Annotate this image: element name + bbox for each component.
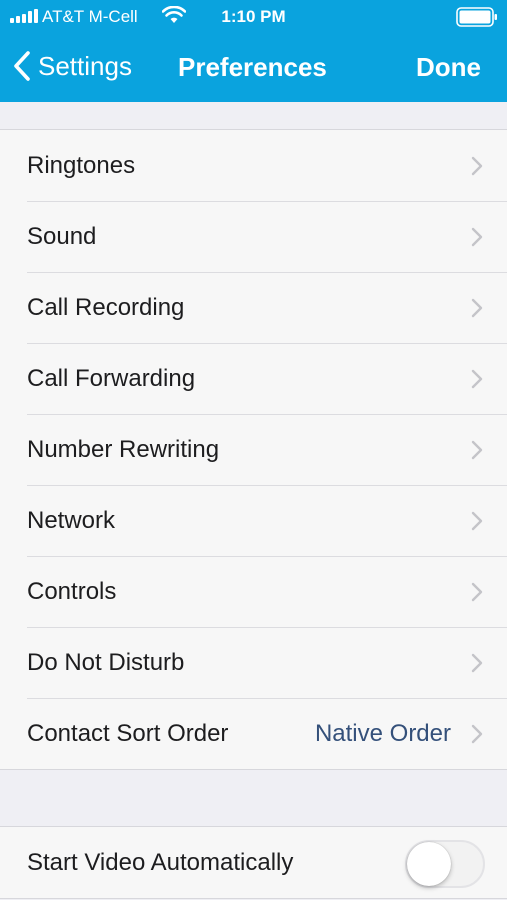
list-item-label: Controls xyxy=(27,577,117,605)
status-bar: AT&T M-Cell 1:10 PM xyxy=(0,0,507,34)
list-item-do-not-disturb[interactable]: Do Not Disturb xyxy=(0,627,507,698)
list-item-label: Ringtones xyxy=(27,151,136,179)
chevron-right-icon xyxy=(471,582,483,602)
contact-sort-order-value: Native Order xyxy=(314,719,451,747)
list-item-label: Sound xyxy=(27,222,97,250)
back-button[interactable]: Settings xyxy=(12,49,132,83)
done-button[interactable]: Done xyxy=(416,52,481,83)
navigation-bar: Settings Preferences Done xyxy=(0,34,507,102)
list-item-number-rewriting[interactable]: Number Rewriting xyxy=(0,414,507,485)
list-item-label: Do Not Disturb xyxy=(27,648,185,676)
list-item-call-recording[interactable]: Call Recording xyxy=(0,272,507,343)
list-item-sound[interactable]: Sound xyxy=(0,201,507,272)
chevron-right-icon xyxy=(471,369,483,389)
chevron-right-icon xyxy=(471,440,483,460)
preferences-list: Ringtones Sound Call Recording Call Forw… xyxy=(0,129,507,770)
list-item-ringtones[interactable]: Ringtones xyxy=(0,130,507,201)
start-video-toggle[interactable] xyxy=(405,840,485,888)
page-title: Preferences xyxy=(178,52,327,82)
list-item-start-video-automatically: Start Video Automatically xyxy=(0,827,507,898)
list-item-label: Call Forwarding xyxy=(27,364,196,392)
list-item-label: Network xyxy=(27,506,116,534)
list-item-controls[interactable]: Controls xyxy=(0,556,507,627)
chevron-right-icon xyxy=(471,653,483,673)
list-item-label: Start Video Automatically xyxy=(27,848,294,876)
top-bar: AT&T M-Cell 1:10 PM Settings Preferences… xyxy=(0,0,507,102)
chevron-right-icon xyxy=(471,511,483,531)
chevron-right-icon xyxy=(471,298,483,318)
back-button-label: Settings xyxy=(38,50,132,81)
status-time: 1:10 PM xyxy=(221,7,286,26)
list-item-label: Call Recording xyxy=(27,293,185,321)
battery-icon xyxy=(456,7,497,27)
chevron-right-icon xyxy=(471,156,483,176)
list-item-contact-sort-order[interactable]: Contact Sort Order Native Order xyxy=(0,698,507,769)
list-item-label: Number Rewriting xyxy=(27,435,220,463)
chevron-right-icon xyxy=(471,227,483,247)
list-item-label: Contact Sort Order xyxy=(27,719,229,747)
video-settings-group: Start Video Automatically xyxy=(0,826,507,899)
list-item-network[interactable]: Network xyxy=(0,485,507,556)
toggle-knob xyxy=(407,842,451,886)
list-item-call-forwarding[interactable]: Call Forwarding xyxy=(0,343,507,414)
chevron-left-icon xyxy=(14,51,30,81)
chevron-right-icon xyxy=(471,724,483,744)
